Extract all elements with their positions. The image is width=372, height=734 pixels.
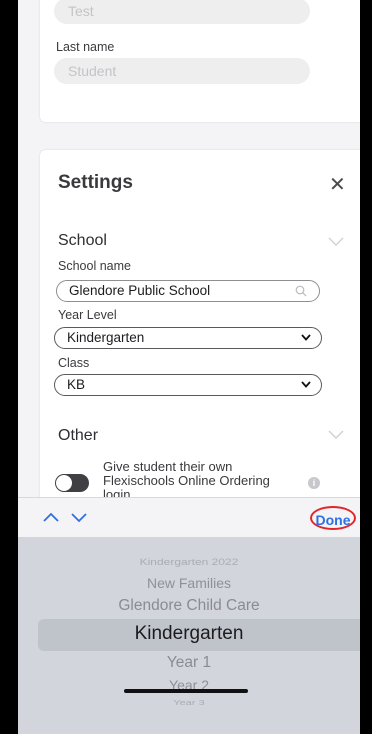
chevron-down-icon — [301, 381, 311, 388]
school-section-heading: School — [58, 232, 107, 249]
chevron-down-icon — [301, 334, 311, 341]
year-level-label: Year Level — [58, 308, 117, 322]
class-label: Class — [58, 356, 90, 370]
picker-option[interactable]: Year 1 — [18, 654, 360, 672]
class-value: KB — [67, 377, 86, 392]
picker-toolbar: Done — [18, 497, 360, 537]
year-level-select[interactable]: Kindergarten — [54, 327, 322, 349]
own-login-toggle-label: Give student their own Flexischools Onli… — [103, 460, 270, 502]
picker-option[interactable]: New Families — [18, 575, 360, 591]
close-icon[interactable]: ✕ — [329, 175, 346, 195]
last-name-input[interactable]: Student — [54, 58, 310, 84]
frame-left-border — [0, 0, 18, 734]
toggle-label-line-1: Give student their own — [103, 459, 233, 474]
chevron-down-icon[interactable] — [70, 511, 88, 523]
first-name-input[interactable]: Test — [54, 0, 310, 24]
year-level-value: Kindergarten — [67, 330, 145, 345]
picker-option[interactable]: Year 3 — [18, 699, 360, 707]
done-button[interactable]: Done — [310, 506, 356, 530]
year-level-picker[interactable]: Kindergarten 2022 New Families Glendore … — [18, 537, 360, 734]
toggle-label-line-2: Flexischools Online Ordering — [103, 473, 270, 488]
school-name-search-input[interactable]: Glendore Public School — [56, 280, 320, 302]
toggle-knob — [56, 475, 72, 491]
other-section-collapse-icon[interactable] — [328, 430, 344, 439]
class-select[interactable]: KB — [54, 374, 322, 396]
other-section-heading: Other — [58, 427, 99, 444]
school-section-collapse-icon[interactable] — [328, 237, 344, 246]
school-name-value: Glendore Public School — [69, 283, 211, 298]
school-name-label: School name — [58, 259, 131, 273]
last-name-label: Last name — [56, 40, 115, 54]
home-indicator — [124, 689, 248, 693]
picker-option[interactable]: Kindergarten 2022 — [18, 556, 360, 567]
settings-title: Settings — [58, 172, 133, 193]
search-icon — [295, 285, 307, 297]
picker-option[interactable]: Glendore Child Care — [18, 597, 360, 615]
phone-frame: Test Last name Student Settings ✕ School… — [0, 0, 372, 734]
info-icon[interactable]: i — [308, 477, 320, 489]
frame-right-border — [360, 0, 372, 734]
picker-option-selected[interactable]: Kindergarten — [18, 623, 360, 645]
chevron-up-icon[interactable] — [42, 511, 60, 523]
screen: Test Last name Student Settings ✕ School… — [18, 0, 360, 734]
own-login-toggle[interactable] — [55, 474, 89, 492]
